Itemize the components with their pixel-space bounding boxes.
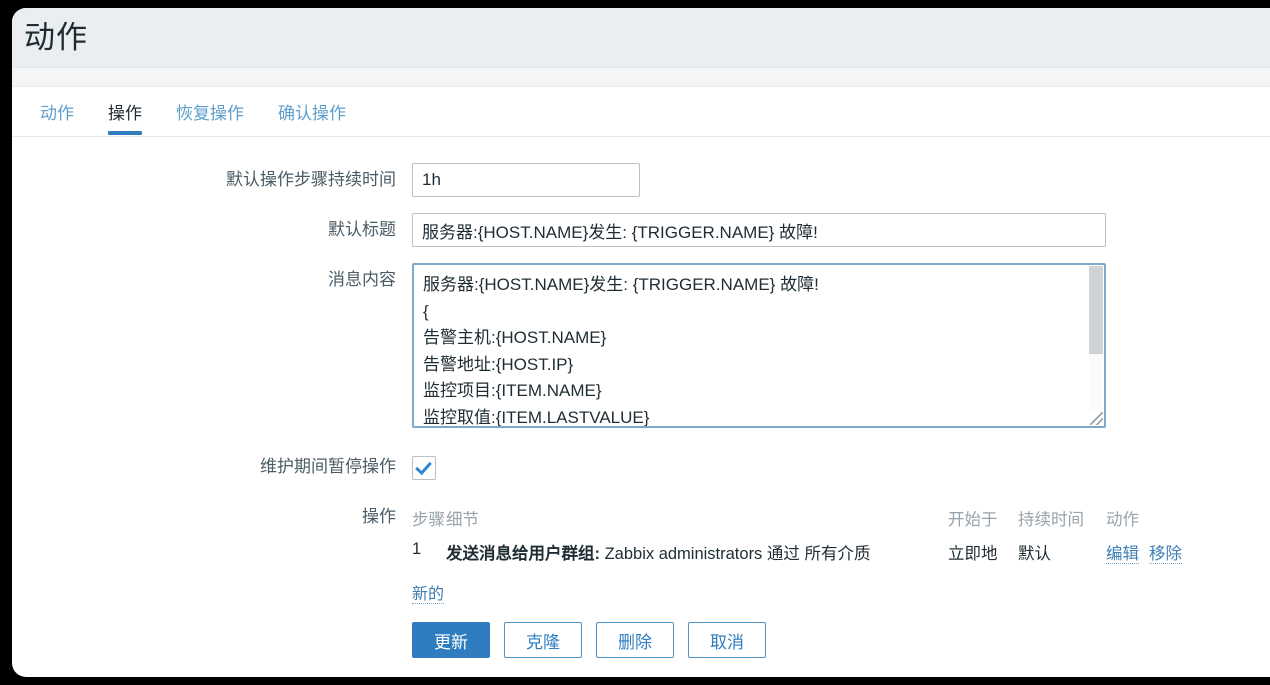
cell-start-in: 立即地 xyxy=(948,545,998,563)
textarea-scrollbar-thumb[interactable] xyxy=(1089,266,1103,354)
delete-button[interactable]: 删除 xyxy=(596,622,674,658)
header-step: 步骤 xyxy=(412,511,445,529)
field-default-subject: 默认标题 xyxy=(12,213,1270,247)
header-divider xyxy=(12,68,1270,87)
header-action: 动作 xyxy=(1106,511,1139,529)
page-header: 动作 xyxy=(12,8,1270,68)
edit-operation-link[interactable]: 编辑 xyxy=(1106,545,1139,564)
message-body-textarea[interactable]: 服务器:{HOST.NAME}发生: {TRIGGER.NAME} 故障! { … xyxy=(412,263,1106,428)
header-details: 细节 xyxy=(446,511,479,529)
message-body-wrapper: 服务器:{HOST.NAME}发生: {TRIGGER.NAME} 故障! { … xyxy=(412,263,1106,428)
field-default-duration: 默认操作步骤持续时间 xyxy=(12,163,1270,197)
page-title: 动作 xyxy=(24,20,88,55)
operations-label: 操作 xyxy=(362,507,396,526)
action-configuration-window: 动作 动作 操作 恢复操作 确认操作 默认操作步骤持续时间 默认标题 消息内容 … xyxy=(12,8,1270,677)
message-body-field: 服务器:{HOST.NAME}发生: {TRIGGER.NAME} 故障! { … xyxy=(412,263,1270,428)
operations-table: 步骤 细节 开始于 持续时间 动作 1 发送消息给用户群组: Zabbix ad… xyxy=(412,506,1202,570)
new-operation-wrapper: 新的 xyxy=(412,570,1270,604)
message-body-label: 消息内容 xyxy=(328,270,396,289)
default-subject-field xyxy=(412,213,1270,247)
cell-action: 编辑 移除 xyxy=(1096,540,1202,570)
header-duration: 持续时间 xyxy=(1018,511,1084,529)
table-row: 1 发送消息给用户群组: Zabbix administrators 通过 所有… xyxy=(412,540,1202,570)
default-duration-field xyxy=(412,163,1270,197)
field-operations: 操作 步骤 细节 开始于 持续时间 动作 1 发送消息给用户群组: Zabbix… xyxy=(12,506,1270,658)
tab-action[interactable]: 动作 xyxy=(40,99,74,135)
textarea-resize-grip[interactable] xyxy=(1090,412,1103,425)
header-start-in: 开始于 xyxy=(948,511,998,529)
default-subject-input[interactable] xyxy=(412,213,1106,247)
form-buttons: 更新 克隆 删除 取消 xyxy=(412,622,1270,658)
default-duration-label: 默认操作步骤持续时间 xyxy=(226,170,396,189)
field-message-body: 消息内容 服务器:{HOST.NAME}发生: {TRIGGER.NAME} 故… xyxy=(12,263,1270,428)
operations-field: 步骤 细节 开始于 持续时间 动作 1 发送消息给用户群组: Zabbix ad… xyxy=(412,506,1270,658)
tab-recovery-operations[interactable]: 恢复操作 xyxy=(176,99,244,135)
cell-details-rest: Zabbix administrators 通过 所有介质 xyxy=(600,545,871,563)
clone-button[interactable]: 克隆 xyxy=(504,622,582,658)
cell-step: 1 xyxy=(412,540,422,558)
cell-duration: 默认 xyxy=(1018,545,1051,563)
cell-details-bold: 发送消息给用户群组: xyxy=(446,545,600,563)
tab-acknowledge-operations[interactable]: 确认操作 xyxy=(278,99,346,135)
tab-bar: 动作 操作 恢复操作 确认操作 xyxy=(12,87,1270,137)
table-header-row: 步骤 细节 开始于 持续时间 动作 xyxy=(412,506,1202,540)
tab-operations[interactable]: 操作 xyxy=(108,99,142,135)
operations-form: 默认操作步骤持续时间 默认标题 消息内容 服务器:{HOST.NAME}发生: … xyxy=(12,137,1270,658)
pause-maintenance-field xyxy=(412,450,1270,480)
default-duration-input[interactable] xyxy=(412,163,640,197)
field-pause-maintenance: 维护期间暂停操作 xyxy=(12,450,1270,484)
cell-details: 发送消息给用户群组: Zabbix administrators 通过 所有介质 xyxy=(446,540,934,570)
pause-maintenance-checkbox[interactable] xyxy=(412,456,436,480)
default-subject-label: 默认标题 xyxy=(328,220,396,239)
new-operation-link[interactable]: 新的 xyxy=(412,586,445,604)
remove-operation-link[interactable]: 移除 xyxy=(1149,545,1182,564)
pause-maintenance-label: 维护期间暂停操作 xyxy=(260,457,396,476)
cancel-button[interactable]: 取消 xyxy=(688,622,766,658)
update-button[interactable]: 更新 xyxy=(412,622,490,658)
